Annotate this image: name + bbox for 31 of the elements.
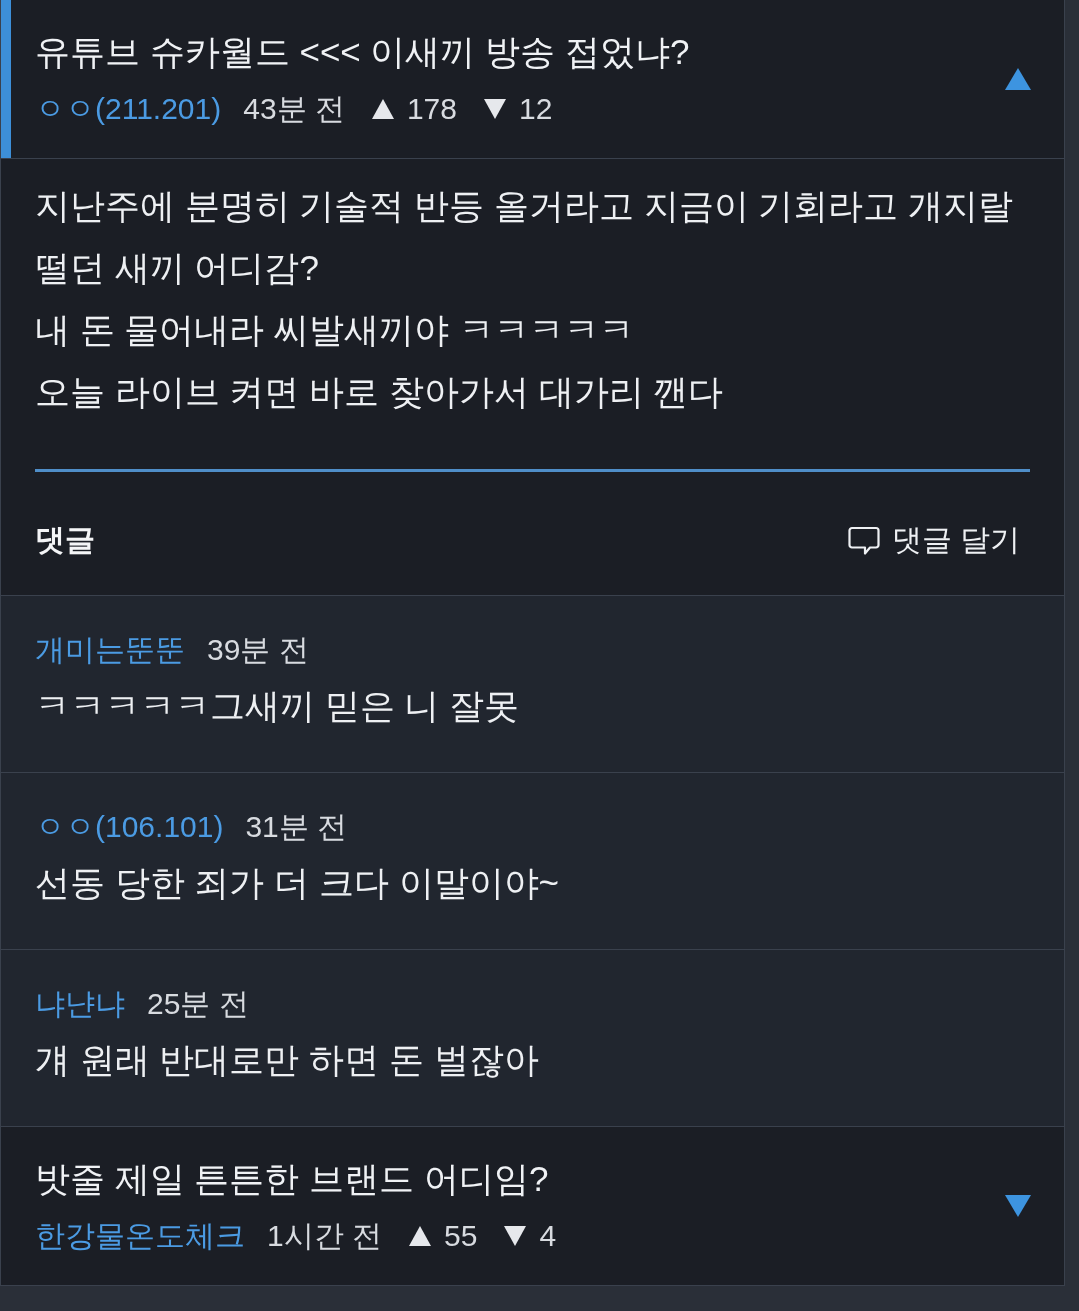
downvote-icon: [483, 98, 507, 120]
post-body-text: 지난주에 분명히 기술적 반등 올거라고 지금이 기회라고 개지랄 떨던 새끼 어디감?: [35, 185, 1015, 289]
post-time: 1시간 전: [267, 1218, 383, 1254]
write-comment-button[interactable]: 댓글 달기: [847, 520, 1020, 561]
upvote-icon: [408, 1225, 433, 1247]
expand-triangle-icon[interactable]: [1005, 1195, 1031, 1217]
downvote-count: 4: [539, 1218, 557, 1254]
comment-text: 선동 당한 죄가 더 크다 이말이야~: [35, 862, 561, 904]
comment-author: 개미는뚠뚠: [35, 632, 185, 668]
upvote-icon: [370, 98, 395, 120]
downvote-count: 12: [519, 91, 553, 127]
post-body-text: 내 돈 물어내라 씨발새끼야 ㅋㅋㅋㅋㅋ: [35, 309, 635, 351]
comments-heading: 댓글: [35, 522, 95, 558]
comment-time: 25분 전: [147, 986, 249, 1022]
comment-time: 31분 전: [245, 809, 348, 845]
post-author: 한강물온도체크: [35, 1218, 245, 1254]
post-title[interactable]: 유튜브 슈카월드 <<< 이새끼 방송 접었냐?: [35, 29, 989, 75]
upvote-count: 55: [444, 1218, 478, 1254]
comment-text: ㅋㅋㅋㅋㅋ그새끼 믿은 니 잘못: [35, 685, 521, 727]
comment-author: 냐냔냐: [35, 986, 125, 1022]
comment-author: ㅇㅇ(106.101): [35, 809, 224, 845]
comment-text: 걔 원래 반대로만 하면 돈 벌잖아: [35, 1039, 540, 1081]
upvote-count: 178: [406, 91, 457, 127]
speech-bubble-icon: [847, 525, 880, 556]
post-body-text: 오늘 라이브 켜면 바로 찾아가서 대가리 깬다: [35, 371, 725, 413]
downvote-icon: [503, 1225, 528, 1247]
comment-time: 39분 전: [207, 632, 309, 668]
collapse-triangle-icon[interactable]: [1005, 68, 1031, 90]
post-author: ㅇㅇ(211.201): [35, 91, 222, 127]
post-time: 43분 전: [243, 91, 345, 127]
post-title[interactable]: 밧줄 제일 튼튼한 브랜드 어디임?: [35, 1156, 989, 1202]
